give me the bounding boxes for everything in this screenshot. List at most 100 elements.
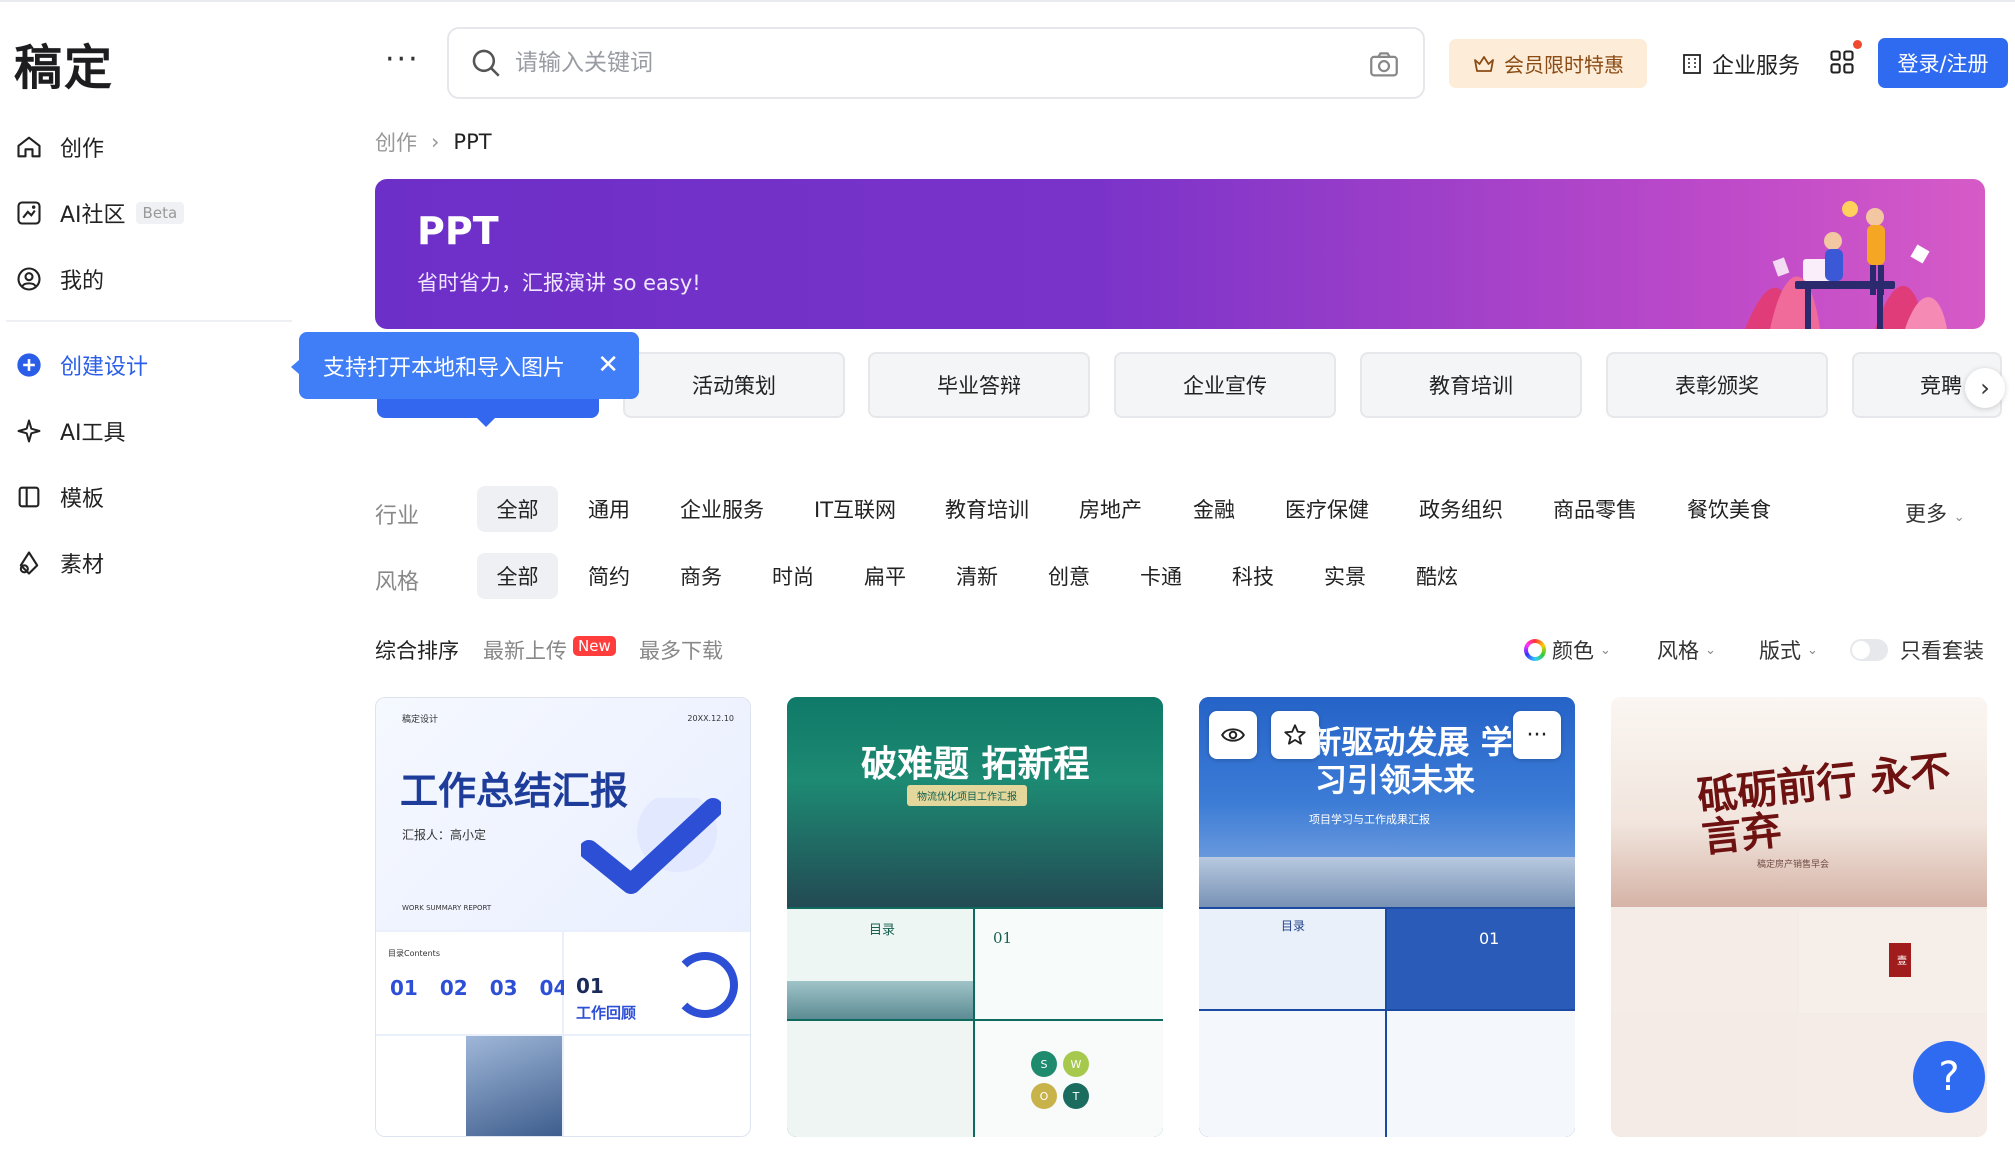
style-chip[interactable]: 实景	[1324, 553, 1366, 599]
sidebar-item-materials[interactable]: 素材	[14, 537, 284, 589]
template-card[interactable]: 破难题 拓新程 物流优化项目工作汇报 目录 01 S W O T	[787, 697, 1163, 1137]
banner-title: PPT	[417, 209, 499, 253]
color-wheel-icon	[1524, 639, 1546, 661]
slide-cityscape	[1199, 857, 1575, 907]
card-subtitle: 项目学习与工作成果汇报	[1309, 813, 1430, 826]
card-section-numbers: 01 02 03 04	[390, 976, 567, 1000]
new-badge: New	[573, 636, 616, 656]
star-icon[interactable]	[1271, 711, 1319, 759]
industry-chip[interactable]: 政务组织	[1419, 486, 1503, 532]
style-chip[interactable]: 商务	[680, 553, 722, 599]
card-slide	[1611, 1015, 1797, 1137]
login-register-button[interactable]: 登录/注册	[1878, 38, 2008, 88]
logo[interactable]: 稿定	[14, 28, 114, 98]
sort-most-downloaded[interactable]: 最多下载	[639, 635, 723, 665]
category-graduation-defense[interactable]: 毕业答辩	[868, 352, 1090, 418]
style-chip[interactable]: 清新	[956, 553, 998, 599]
style-chip[interactable]: 创意	[1048, 553, 1090, 599]
sort-comprehensive[interactable]: 综合排序	[375, 635, 459, 665]
tooltip: 支持打开本地和导入图片 ✕	[291, 332, 639, 399]
breadcrumb-parent[interactable]: 创作	[375, 127, 417, 157]
template-card[interactable]: 创新驱动发展 学习引领未来 项目学习与工作成果汇报 目录 01 ···	[1199, 697, 1575, 1137]
swot-letter: T	[1063, 1083, 1089, 1109]
ai-community-icon	[14, 198, 44, 228]
sidebar-item-mine[interactable]: 我的	[14, 253, 284, 305]
clock-icon	[672, 952, 738, 1018]
industry-chip[interactable]: 金融	[1193, 486, 1235, 532]
template-icon	[14, 482, 44, 512]
more-label: 更多	[1905, 502, 1947, 526]
industry-chip-all[interactable]: 全部	[477, 486, 558, 532]
vip-promo-button[interactable]: 会员限时特惠	[1449, 39, 1647, 88]
toggle-switch[interactable]	[1850, 639, 1888, 661]
apps-grid-icon[interactable]	[1828, 48, 1856, 76]
section-number: 01	[390, 976, 418, 1000]
seal-stamp: 壹	[1889, 943, 1911, 977]
card-slide: 目录	[787, 909, 973, 1019]
style-chip[interactable]: 卡通	[1140, 553, 1182, 599]
industry-chip[interactable]: 房地产	[1079, 486, 1142, 532]
card-cover: 砥砺前行 永不言弃 稿定房产销售早会	[1611, 697, 1987, 907]
industry-chip[interactable]: 企业服务	[680, 486, 764, 532]
sidebar-item-label: 模板	[60, 487, 105, 512]
search-icon	[472, 49, 500, 77]
set-only-label: 只看套装	[1900, 639, 1984, 663]
color-filter[interactable]: 颜色 ⌄	[1524, 635, 1611, 665]
category-education-training[interactable]: 教育培训	[1360, 352, 1582, 418]
category-corporate-promo[interactable]: 企业宣传	[1114, 352, 1336, 418]
card-slide: 壹	[1799, 909, 1987, 1013]
industry-chip[interactable]: 医疗保健	[1285, 486, 1369, 532]
help-button[interactable]: ?	[1913, 1041, 1985, 1113]
breadcrumb-separator: ›	[431, 130, 440, 154]
swot-letter: W	[1063, 1051, 1089, 1077]
more-industries-button[interactable]: 更多 ⌄	[1905, 498, 1965, 528]
sparkle-icon	[14, 416, 44, 446]
chevron-right-icon[interactable]: ›	[1965, 368, 2005, 408]
sort-newest[interactable]: 最新上传	[483, 635, 567, 665]
category-awards[interactable]: 表彰颁奖	[1606, 352, 1828, 418]
sidebar-item-create[interactable]: 创作	[14, 121, 284, 173]
template-card[interactable]: 稿定设计 20XX.12.10 工作总结汇报 汇报人：高小定 WORK SUMM…	[375, 697, 751, 1137]
style-filter-label: 风格	[375, 570, 420, 595]
card-slide: 01 工作回顾	[564, 932, 750, 1034]
checkmark-icon	[581, 798, 721, 894]
sidebar-item-create-design[interactable]: 创建设计	[14, 339, 284, 391]
home-icon	[14, 132, 44, 162]
search-input[interactable]	[515, 50, 1315, 76]
layout-dropdown[interactable]: 版式 ⌄	[1759, 635, 1818, 665]
close-icon[interactable]: ✕	[597, 350, 619, 380]
style-chip[interactable]: 简约	[588, 553, 630, 599]
more-menu-button[interactable]: ···	[385, 42, 420, 77]
category-label: 竞聘	[1920, 374, 1962, 398]
eye-icon[interactable]	[1209, 711, 1257, 759]
industry-chip[interactable]: 教育培训	[945, 486, 1029, 532]
sidebar-item-templates[interactable]: 模板	[14, 471, 284, 523]
style-dropdown[interactable]: 风格 ⌄	[1657, 635, 1716, 665]
card-slide: S W O T	[975, 1021, 1163, 1137]
style-chip[interactable]: 科技	[1232, 553, 1274, 599]
sidebar-item-ai-community[interactable]: AI社区 Beta	[14, 187, 284, 239]
camera-icon[interactable]	[1367, 47, 1401, 81]
sidebar-item-label: 创作	[60, 137, 105, 162]
card-contents-label: 目录	[1281, 919, 1306, 933]
material-icon	[14, 548, 44, 578]
category-event-planning[interactable]: 活动策划	[623, 352, 845, 418]
industry-chip[interactable]: IT互联网	[814, 486, 896, 532]
industry-chip[interactable]: 商品零售	[1553, 486, 1637, 532]
enterprise-service-button[interactable]: 企业服务	[1680, 48, 1800, 80]
card-slide	[1199, 1011, 1385, 1137]
swot-grid: S W O T	[1031, 1051, 1089, 1109]
notification-dot	[1853, 40, 1862, 49]
card-title: 砥砺前行 永不言弃	[1695, 746, 1953, 862]
more-options-icon[interactable]: ···	[1513, 711, 1561, 759]
style-chip[interactable]: 酷炫	[1416, 553, 1458, 599]
style-chip[interactable]: 扁平	[864, 553, 906, 599]
swot-letter: O	[1031, 1083, 1057, 1109]
set-only-toggle[interactable]: 只看套装	[1850, 635, 1984, 665]
industry-chip[interactable]: 通用	[588, 486, 630, 532]
style-chip[interactable]: 时尚	[772, 553, 814, 599]
industry-chip[interactable]: 餐饮美食	[1687, 486, 1771, 532]
section-number: 03	[489, 976, 518, 1000]
style-chip-all[interactable]: 全部	[477, 553, 558, 599]
sidebar-item-ai-tools[interactable]: AI工具	[14, 405, 284, 457]
